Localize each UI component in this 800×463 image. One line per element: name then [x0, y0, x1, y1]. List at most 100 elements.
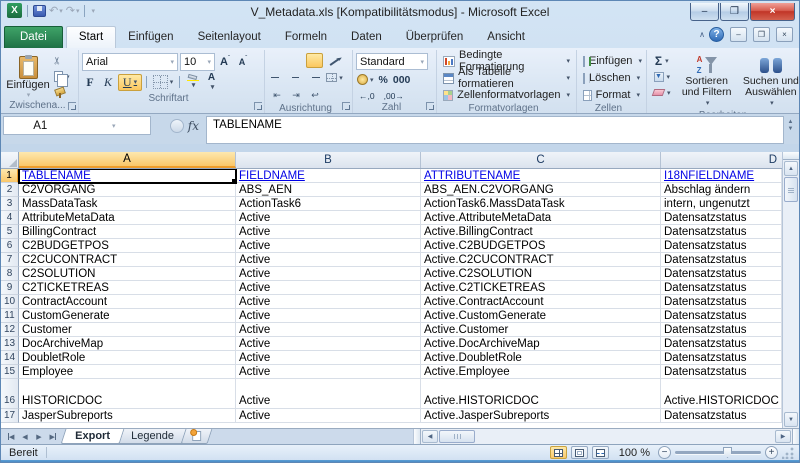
cell-C13[interactable]: Active.DocArchiveMap — [421, 337, 661, 351]
formula-input[interactable]: TABLENAME — [206, 116, 784, 144]
cell-B10[interactable]: Active — [236, 295, 421, 309]
cell-A16[interactable]: HISTORICDOC — [19, 379, 236, 409]
format-cells-button[interactable]: Format — [580, 87, 643, 103]
sort-filter-button[interactable]: AZ Sortieren und Filtern — [676, 52, 738, 110]
zoom-out-button[interactable]: − — [658, 446, 671, 459]
ribbon-tab-daten[interactable]: Daten — [339, 27, 394, 48]
zoom-in-button[interactable]: + — [765, 446, 778, 459]
copy-button[interactable] — [52, 69, 72, 84]
cell-C16[interactable]: Active.HISTORICDOC — [421, 379, 661, 409]
clipboard-dialog-launcher[interactable] — [68, 102, 76, 110]
row-header-4[interactable]: 4 — [1, 211, 19, 225]
cell-A12[interactable]: Customer — [19, 323, 236, 337]
cell-B17[interactable]: Active — [236, 409, 421, 423]
cell-A13[interactable]: DocArchiveMap — [19, 337, 236, 351]
undo-dropdown-icon[interactable]: ▾ — [59, 7, 63, 15]
cell-D16[interactable]: Active.HISTORICDOC — [661, 379, 782, 409]
column-header-C[interactable]: C — [421, 152, 661, 168]
align-middle-button[interactable] — [287, 53, 304, 68]
row-header-15[interactable]: 15 — [1, 365, 19, 379]
cell-C2[interactable]: ABS_AEN.C2VORGANG — [421, 183, 661, 197]
insert-cells-button[interactable]: Einfügen — [580, 53, 643, 69]
format-as-table-button[interactable]: Als Tabelle formatieren — [440, 70, 573, 86]
comma-style-button[interactable]: 000 — [392, 73, 412, 87]
format-painter-button[interactable] — [52, 85, 72, 100]
column-header-B[interactable]: B — [236, 152, 421, 168]
vertical-scrollbar[interactable]: ▲ ▼ — [782, 152, 799, 428]
cell-C3[interactable]: ActionTask6.MassDataTask — [421, 197, 661, 211]
clear-button[interactable] — [650, 85, 674, 100]
ribbon-tab-start[interactable]: Start — [66, 26, 116, 48]
ribbon-tab-einfügen[interactable]: Einfügen — [116, 27, 185, 48]
cell-D17[interactable]: Datensatzstatus — [661, 409, 782, 423]
page-break-view-button[interactable] — [592, 446, 609, 459]
cell-B7[interactable]: Active — [236, 253, 421, 267]
save-button[interactable] — [33, 5, 46, 17]
workbook-minimize-button[interactable]: – — [730, 27, 747, 42]
row-header-10[interactable]: 10 — [1, 295, 19, 309]
cell-D14[interactable]: Datensatzstatus — [661, 351, 782, 365]
name-box[interactable]: A1▾ — [3, 116, 151, 135]
fill-color-button[interactable] — [184, 74, 201, 90]
cell-D5[interactable]: Datensatzstatus — [661, 225, 782, 239]
cell-D1[interactable]: I18NFIELDNAME — [661, 169, 782, 183]
maximize-button[interactable]: ❐ — [720, 3, 749, 21]
scroll-up-button[interactable]: ▲ — [784, 161, 798, 176]
zoom-level[interactable]: 100 % — [619, 447, 650, 459]
horizontal-scroll-track[interactable] — [475, 429, 774, 444]
minimize-ribbon-icon[interactable]: ∧ — [699, 30, 705, 39]
cell-A2[interactable]: C2VORGANG — [19, 183, 236, 197]
cell-D8[interactable]: Datensatzstatus — [661, 267, 782, 281]
number-format-combo[interactable]: Standard▾ — [356, 53, 428, 70]
borders-button[interactable] — [151, 74, 175, 91]
zoom-slider[interactable] — [675, 451, 761, 454]
vertical-scroll-track[interactable] — [783, 202, 799, 411]
row-header-12[interactable]: 12 — [1, 323, 19, 337]
cell-B13[interactable]: Active — [236, 337, 421, 351]
insert-worksheet-button[interactable] — [180, 429, 212, 444]
cell-C5[interactable]: Active.BillingContract — [421, 225, 661, 239]
bold-button[interactable]: F — [82, 74, 98, 91]
cell-A5[interactable]: BillingContract — [19, 225, 236, 239]
row-header-3[interactable]: 3 — [1, 197, 19, 211]
zoom-slider-thumb[interactable] — [723, 447, 732, 458]
alignment-dialog-launcher[interactable] — [342, 102, 350, 110]
italic-button[interactable]: K — [100, 74, 116, 91]
undo-button[interactable]: ↶▾ — [49, 4, 63, 17]
tab-split-handle[interactable] — [414, 429, 421, 444]
cell-C10[interactable]: Active.ContractAccount — [421, 295, 661, 309]
cell-B9[interactable]: Active — [236, 281, 421, 295]
cell-D11[interactable]: Datensatzstatus — [661, 309, 782, 323]
cell-D4[interactable]: Datensatzstatus — [661, 211, 782, 225]
cell-B11[interactable]: Active — [236, 309, 421, 323]
cell-B6[interactable]: Active — [236, 239, 421, 253]
row-header-7[interactable]: 7 — [1, 253, 19, 267]
orientation-button[interactable] — [325, 53, 344, 68]
row-header-13[interactable]: 13 — [1, 337, 19, 351]
accounting-format-button[interactable] — [356, 72, 375, 87]
scroll-left-button[interactable]: ◀ — [422, 430, 438, 443]
cell-D7[interactable]: Datensatzstatus — [661, 253, 782, 267]
find-select-button[interactable]: Suchen und Auswählen — [740, 52, 799, 110]
column-header-D[interactable]: D — [661, 152, 782, 168]
percent-style-button[interactable]: % — [378, 73, 389, 87]
customize-qat-button[interactable]: ▾ — [90, 7, 95, 15]
selection-fill-handle[interactable] — [231, 178, 235, 182]
cell-B4[interactable]: Active — [236, 211, 421, 225]
align-bottom-button[interactable] — [306, 53, 323, 68]
minimize-button[interactable]: – — [690, 3, 719, 21]
cell-A9[interactable]: C2TICKETREAS — [19, 281, 236, 295]
increase-decimal-button[interactable]: ←,0 — [356, 89, 378, 103]
cell-C14[interactable]: Active.DoubletRole — [421, 351, 661, 365]
row-header-17[interactable]: 17 — [1, 409, 19, 423]
cell-A8[interactable]: C2SOLUTION — [19, 267, 236, 281]
name-box-dropdown-icon[interactable]: ▾ — [78, 122, 151, 130]
resize-grip[interactable] — [782, 447, 795, 459]
cell-A14[interactable]: DoubletRole — [19, 351, 236, 365]
cell-D13[interactable]: Datensatzstatus — [661, 337, 782, 351]
column-header-A[interactable]: A — [19, 152, 236, 168]
row-header-2[interactable]: 2 — [1, 183, 19, 197]
scroll-down-button[interactable]: ▼ — [784, 412, 798, 427]
scroll-right-button[interactable]: ▶ — [775, 430, 791, 443]
paste-dropdown-icon[interactable]: ▾ — [27, 91, 31, 99]
